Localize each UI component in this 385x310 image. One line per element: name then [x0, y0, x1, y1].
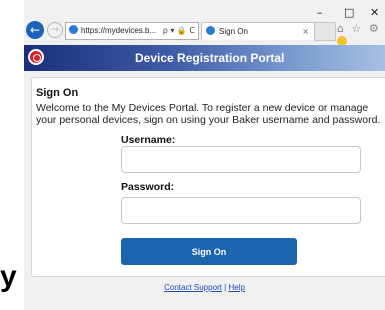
password-label: Password:	[121, 181, 175, 193]
home-star-gear-icons[interactable]: ⌂ ☆ ⚙	[337, 22, 381, 35]
tab-globe-icon	[206, 26, 215, 35]
portal-title: Device Registration Portal	[135, 51, 285, 65]
close-window-button[interactable]: ✕	[370, 6, 379, 19]
help-link[interactable]: Help	[228, 283, 244, 292]
maximize-button[interactable]: □	[344, 6, 354, 19]
back-arrow-icon[interactable]: ←	[26, 21, 44, 39]
page-content: Sign On Welcome to the My Devices Portal…	[24, 71, 385, 310]
username-label: Username:	[121, 134, 176, 146]
baker-logo-icon	[28, 49, 44, 65]
address-tools-icons[interactable]: ρ ▾ 🔒 C	[163, 23, 195, 39]
tab-title: Sign On	[219, 27, 248, 36]
new-tab-button[interactable]	[314, 22, 336, 41]
forward-arrow-icon[interactable]: →	[47, 22, 63, 38]
address-url: https://mydevices.b...	[81, 26, 157, 35]
address-bar[interactable]: https://mydevices.b... ρ ▾ 🔒 C	[65, 22, 199, 40]
sign-on-card: Sign On Welcome to the My Devices Portal…	[31, 77, 385, 277]
username-input[interactable]	[121, 146, 361, 173]
browser-chrome: – □ ✕ ← → https://mydevices.b... ρ ▾ 🔒 C…	[24, 0, 385, 46]
sign-on-button[interactable]: Sign On	[121, 238, 297, 265]
partial-text-y: y	[0, 260, 17, 293]
footer-links: Contact Support | Help	[24, 283, 385, 292]
sign-on-heading: Sign On	[36, 87, 79, 99]
password-input[interactable]	[121, 197, 361, 224]
tab-close-icon[interactable]: ×	[302, 23, 309, 40]
minimize-button[interactable]: –	[317, 6, 323, 19]
site-globe-icon	[69, 25, 78, 34]
welcome-message: Welcome to the My Devices Portal. To reg…	[36, 102, 381, 126]
tab-sign-on[interactable]: Sign On ×	[201, 22, 315, 40]
portal-header: Device Registration Portal	[24, 45, 385, 71]
contact-support-link[interactable]: Contact Support	[164, 283, 222, 292]
